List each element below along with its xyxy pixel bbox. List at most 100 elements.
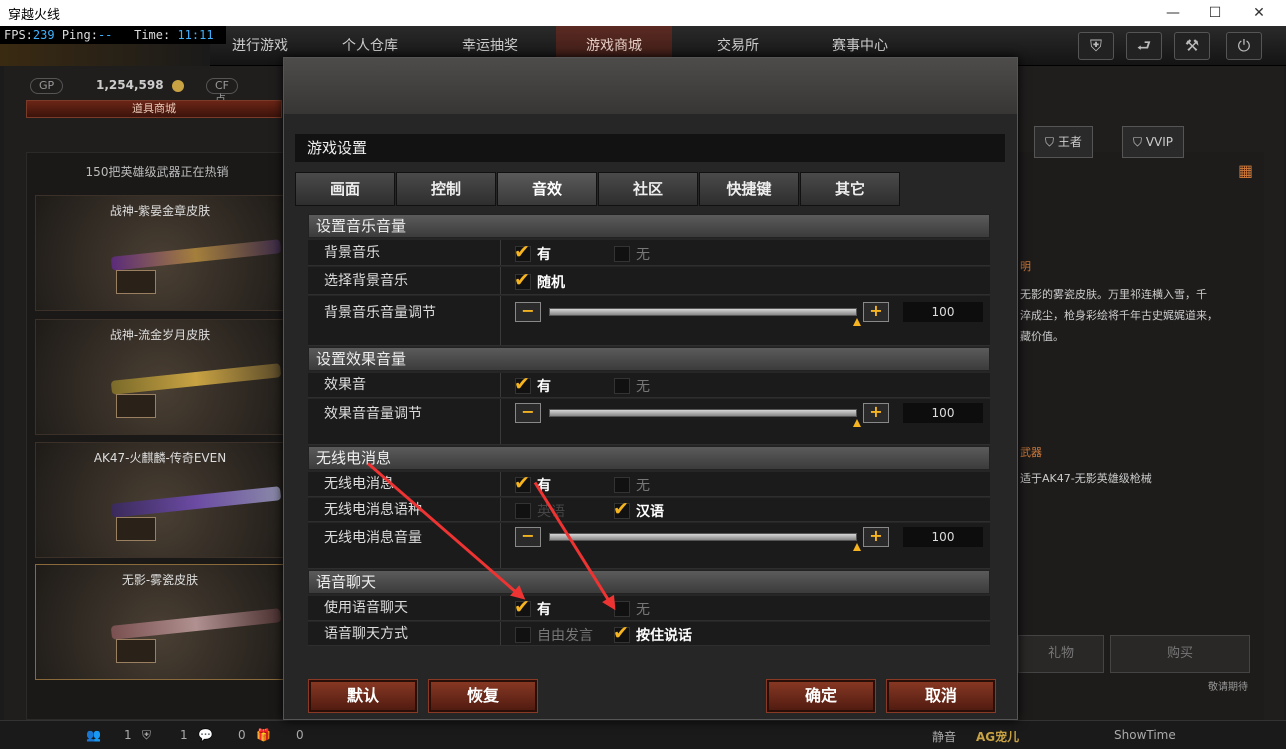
- restore-button[interactable]: 恢复: [428, 679, 538, 713]
- music-volume-slider[interactable]: − + 100: [515, 302, 985, 326]
- list-item[interactable]: 战神-紫晏金章皮肤: [35, 195, 285, 311]
- gift-button[interactable]: 礼物: [1018, 635, 1104, 673]
- row-voice-mode: 语音聊天方式 自由发言 按住说话: [308, 622, 990, 646]
- friends-icon[interactable]: 👥: [86, 728, 101, 742]
- ok-button[interactable]: 确定: [766, 679, 876, 713]
- voice-on-label: 有: [537, 602, 551, 618]
- sfx-on-option[interactable]: 有: [514, 373, 551, 396]
- tag-king[interactable]: ⛉ 王者: [1034, 126, 1093, 158]
- slider-track[interactable]: [549, 308, 857, 316]
- return-icon[interactable]: ⮐: [1126, 32, 1162, 60]
- decrease-button[interactable]: −: [515, 527, 541, 547]
- radio-on-option[interactable]: 有: [514, 472, 551, 495]
- checkbox-checked[interactable]: [514, 241, 531, 263]
- section-radio-header: 无线电消息: [308, 446, 990, 470]
- bgm-on-option[interactable]: 有: [514, 241, 551, 264]
- row-radio-msg: 无线电消息 有 无: [308, 472, 990, 497]
- checkbox-checked[interactable]: [514, 472, 531, 494]
- tab-controls[interactable]: 控制: [396, 172, 496, 206]
- checkbox-unchecked[interactable]: [614, 378, 630, 394]
- row-bgm: 背景音乐 有 无: [308, 240, 990, 266]
- effects-volume-label: 效果音音量调节: [308, 399, 501, 444]
- slider-track[interactable]: [549, 409, 857, 417]
- increase-button[interactable]: +: [863, 403, 889, 423]
- voice-ptt-option[interactable]: 按住说话: [613, 622, 692, 645]
- voice-use-label: 使用语音聊天: [308, 596, 501, 620]
- mute-label[interactable]: 静音: [932, 728, 956, 745]
- count-friends: 1: [124, 728, 132, 742]
- sfx-off-option[interactable]: 无: [614, 376, 650, 396]
- checkbox-checked[interactable]: [613, 622, 630, 644]
- sfx-label: 效果音: [308, 373, 501, 397]
- list-item[interactable]: 战神-流金岁月皮肤: [35, 319, 285, 435]
- checkbox-checked[interactable]: [514, 373, 531, 395]
- checkbox-unchecked[interactable]: [515, 627, 531, 643]
- radio-volume-slider[interactable]: − + 100: [515, 527, 985, 551]
- voice-free-option[interactable]: 自由发言: [515, 625, 593, 645]
- decrease-button[interactable]: −: [515, 302, 541, 322]
- checkbox-checked[interactable]: [514, 269, 531, 291]
- tip-text: 敬请期待: [1208, 682, 1248, 693]
- checkbox-unchecked[interactable]: [614, 246, 630, 262]
- close-window-button[interactable]: ✕: [1236, 0, 1282, 26]
- slider-thumb[interactable]: [853, 318, 861, 326]
- tab-other[interactable]: 其它: [800, 172, 900, 206]
- section-music-header: 设置音乐音量: [308, 214, 990, 238]
- music-volume-label: 背景音乐音量调节: [308, 296, 501, 345]
- maximize-button[interactable]: ☐: [1192, 0, 1238, 26]
- bgm-random-option[interactable]: 随机: [514, 269, 565, 292]
- checkbox-checked[interactable]: [613, 498, 630, 520]
- weapon-desc: 适于AK47-无影英雄级枪械: [1020, 472, 1152, 485]
- desc-line: 淬成尘，枪身彩绘将千年古史娓娓道来，: [1020, 309, 1218, 322]
- power-icon[interactable]: ⏻: [1226, 32, 1262, 60]
- slider-track[interactable]: [549, 533, 857, 541]
- desc-heading: 明: [1020, 260, 1031, 273]
- increase-button[interactable]: +: [863, 527, 889, 547]
- radio-off-label: 无: [636, 478, 650, 494]
- increase-button[interactable]: +: [863, 302, 889, 322]
- checkbox-unchecked[interactable]: [614, 477, 630, 493]
- buy-button[interactable]: 购买: [1110, 635, 1250, 673]
- grid-icon[interactable]: ▦: [1238, 162, 1256, 180]
- voice-free-label: 自由发言: [537, 628, 593, 644]
- default-button[interactable]: 默认: [308, 679, 418, 713]
- tab-social[interactable]: 社区: [598, 172, 698, 206]
- sfx-off-label: 无: [636, 379, 650, 395]
- showtime-label[interactable]: ShowTime: [1114, 728, 1176, 742]
- ping-label: Ping:: [61, 28, 98, 42]
- tab-graphics[interactable]: 画面: [295, 172, 395, 206]
- tag-vvip[interactable]: ⛉ VVIP: [1122, 126, 1185, 158]
- decrease-button[interactable]: −: [515, 403, 541, 423]
- slider-thumb[interactable]: [853, 543, 861, 551]
- skin-box-image: [116, 270, 156, 294]
- item-name: AK47-火麒麟-传奇EVEN: [93, 451, 227, 465]
- chat-icon[interactable]: 💬: [198, 728, 213, 742]
- bgm-random-label: 随机: [537, 275, 565, 291]
- shop-tab-items[interactable]: 道具商城: [26, 100, 282, 118]
- list-item[interactable]: AK47-火麒麟-传奇EVEN: [35, 442, 285, 558]
- tab-hotkeys[interactable]: 快捷键: [699, 172, 799, 206]
- gp-value: 1,254,598: [96, 78, 164, 92]
- gift-icon[interactable]: 🎁: [256, 728, 271, 742]
- tab-audio[interactable]: 音效: [497, 172, 597, 206]
- list-item[interactable]: 无影-雾瓷皮肤: [35, 564, 285, 680]
- sfx-on-label: 有: [537, 379, 551, 395]
- bgm-off-option[interactable]: 无: [614, 244, 650, 264]
- radio-off-option[interactable]: 无: [614, 475, 650, 495]
- checkbox-unchecked[interactable]: [515, 503, 531, 519]
- item-name: 无影-雾瓷皮肤: [121, 573, 199, 587]
- voice-off-option[interactable]: 无: [614, 599, 650, 619]
- radio-lang-cn-option[interactable]: 汉语: [613, 498, 664, 521]
- minimize-button[interactable]: —: [1150, 0, 1196, 26]
- slider-thumb[interactable]: [853, 419, 861, 427]
- checkbox-checked[interactable]: [514, 596, 531, 618]
- dialog-title: 游戏设置: [295, 134, 1005, 162]
- wrench-icon[interactable]: ⚒: [1174, 32, 1210, 60]
- shield-icon[interactable]: ⛨: [1078, 32, 1114, 60]
- shield-small-icon[interactable]: ⛨: [142, 728, 151, 743]
- cancel-button[interactable]: 取消: [886, 679, 996, 713]
- gp-label: GP: [30, 78, 64, 94]
- desc-line: 藏价值。: [1020, 330, 1064, 343]
- effects-volume-slider[interactable]: − + 100: [515, 403, 985, 427]
- row-voice-use: 使用语音聊天 有 无: [308, 596, 990, 621]
